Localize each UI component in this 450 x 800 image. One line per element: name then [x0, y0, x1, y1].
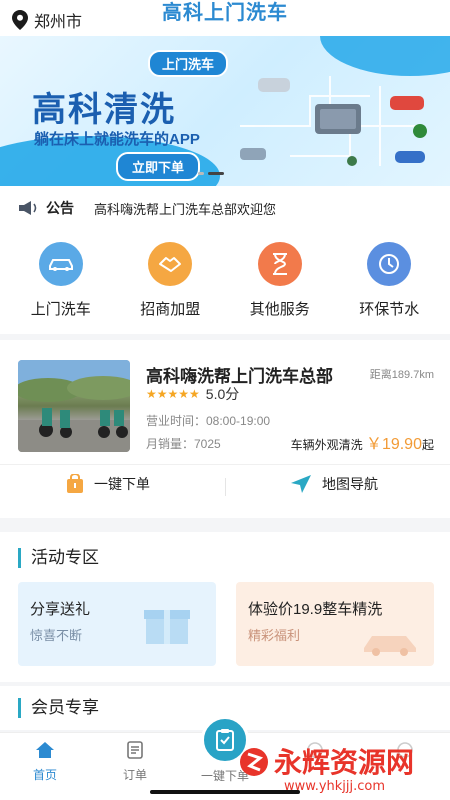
- quick-item-label: 环保节水: [359, 301, 420, 318]
- car-icon: [38, 242, 83, 286]
- hourglass-icon: [257, 242, 302, 286]
- map-navigation-label: 地图导航: [322, 476, 378, 492]
- handshake-icon: [148, 242, 193, 286]
- tab-label: 首页: [32, 768, 57, 782]
- quick-order-button[interactable]: 一键下单: [66, 474, 150, 494]
- store-photo: [18, 360, 130, 452]
- quick-item-other-services[interactable]: 其他服务: [230, 242, 330, 334]
- activity-section: 活动专区 分享送礼 惊喜不断 体验价19.9整车精洗 精彩福利: [0, 532, 450, 682]
- price-suffix: 起: [421, 438, 434, 452]
- home-indicator: [150, 790, 300, 794]
- divider: [0, 464, 450, 465]
- share-gift-card[interactable]: 分享送礼 惊喜不断: [18, 582, 216, 666]
- section-title: 会员专享: [18, 698, 99, 718]
- top-bar: 郑州市 高科上门洗车: [0, 0, 450, 36]
- banner-pagination: [198, 172, 224, 175]
- svg-text:永辉资源网: 永辉资源网: [274, 746, 414, 779]
- quick-item-eco-water[interactable]: 环保节水: [339, 242, 439, 334]
- store-card[interactable]: 高科嗨洗帮上门洗车总部 距离189.7km ★★★★★ 5.0分 营业时间：08…: [0, 340, 450, 518]
- service-name: 车辆外观清洗: [290, 438, 363, 452]
- quick-item-franchise[interactable]: 招商加盟: [120, 242, 220, 334]
- store-distance: 距离189.7km: [369, 369, 434, 381]
- watermark-logo: 永辉资源网 www.yhkjjj.com: [240, 746, 414, 794]
- tab-label: 订单: [122, 768, 147, 782]
- quick-item-label: 上门洗车: [30, 301, 91, 318]
- home-icon: [36, 742, 54, 758]
- promo-title: 体验价19.9整车精洗: [248, 601, 383, 618]
- section-title: 活动专区: [18, 548, 99, 568]
- announcement-text: 高科嗨洗帮上门洗车总部欢迎您: [94, 201, 277, 217]
- promo-banner[interactable]: 上门洗车 高科清洗 躺在床上就能洗车的APP 立即下单: [0, 36, 450, 186]
- gift-icon: [144, 610, 190, 644]
- store-service-price: 车辆外观清洗 ￥19.90起: [291, 430, 434, 454]
- quick-item-label: 招商加盟: [140, 301, 201, 318]
- divider: [225, 478, 226, 496]
- announcement-label: 公告: [46, 200, 74, 216]
- banner-illustration: [240, 76, 427, 166]
- quick-item-label: 其他服务: [249, 301, 310, 318]
- tab-home[interactable]: 首页: [0, 733, 90, 800]
- store-hours: 营业时间：08:00-19:00: [146, 414, 271, 428]
- trial-wash-card[interactable]: 体验价19.9整车精洗 精彩福利: [236, 582, 434, 666]
- quick-menu: 上门洗车 招商加盟 其他服务 环保节水: [0, 230, 450, 334]
- banner-bubble: 上门洗车: [148, 50, 229, 77]
- megaphone-icon: [19, 201, 37, 215]
- store-monthly-sales: 月销量：7025: [146, 437, 221, 451]
- store-rating: ★★★★★ 5.0分: [146, 384, 239, 404]
- rating-stars: ★★★★★: [146, 387, 200, 401]
- clipboard-icon: [216, 729, 234, 751]
- watermark: 永辉资源网 www.yhkjjj.com: [236, 736, 446, 796]
- car-icon: [364, 636, 416, 656]
- announcement-bar[interactable]: 公告 高科嗨洗帮上门洗车总部欢迎您: [0, 186, 450, 230]
- quick-order-label: 一键下单: [94, 476, 150, 492]
- service-price: ￥19.90: [365, 436, 422, 453]
- navigation-arrow-icon: [291, 475, 311, 493]
- page-title: 高科上门洗车: [162, 2, 288, 24]
- shopping-bag-icon: [67, 474, 83, 493]
- map-navigation-button[interactable]: 地图导航: [290, 474, 378, 494]
- document-icon: [127, 741, 143, 759]
- rating-value: 5.0分: [205, 386, 240, 402]
- banner-slogan: 躺在床上就能洗车的APP: [34, 131, 200, 148]
- banner-headline: 高科清洗: [32, 91, 176, 129]
- banner-order-button[interactable]: 立即下单: [116, 152, 201, 181]
- clock-icon: [367, 242, 412, 286]
- quick-item-home-wash[interactable]: 上门洗车: [11, 242, 111, 334]
